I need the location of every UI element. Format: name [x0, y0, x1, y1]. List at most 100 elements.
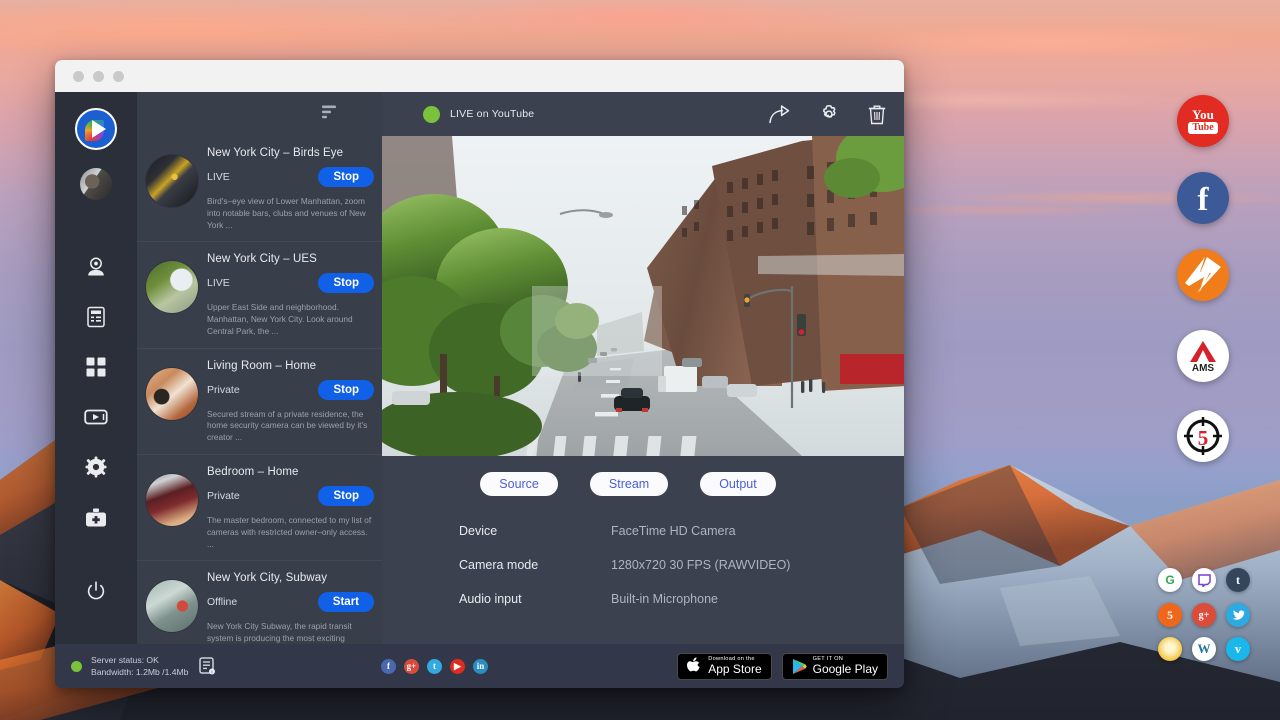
- app-store-button[interactable]: Download on the App Store: [677, 653, 771, 680]
- camera-status: LIVE: [207, 277, 230, 289]
- camera-list-scroll[interactable]: New York City – Birds Eye LIVE Stop Bird's–…: [137, 136, 382, 644]
- twitter-icon[interactable]: t: [427, 659, 442, 674]
- vimeo-dock-icon[interactable]: v: [1226, 637, 1250, 661]
- twitch-dock-icon[interactable]: [1192, 568, 1216, 592]
- report-document-icon: i: [199, 657, 216, 675]
- camera-info: Living Room – HomePrivateStopSecured str…: [207, 360, 374, 444]
- google-plus-dock-icon[interactable]: g+: [1192, 603, 1216, 627]
- wordpress-dock-icon[interactable]: W: [1192, 637, 1216, 661]
- window-minimize-button[interactable]: [93, 71, 104, 82]
- logo-play-icon: [92, 120, 106, 138]
- tab-source[interactable]: Source: [480, 472, 558, 496]
- app-store-big: App Store: [708, 663, 761, 676]
- tab-output[interactable]: Output: [700, 472, 776, 496]
- gosquared-dock-icon[interactable]: G: [1158, 568, 1182, 592]
- video-preview[interactable]: [382, 136, 904, 456]
- camera-status-row: OfflineStart: [207, 592, 374, 612]
- info-row: Audio inputBuilt-in Microphone: [459, 592, 904, 606]
- facebook-icon[interactable]: f: [381, 659, 396, 674]
- target-five-dock-icon[interactable]: 5: [1177, 410, 1229, 462]
- sort-filter-icon[interactable]: [321, 104, 338, 125]
- info-row: Camera mode1280x720 30 FPS (RAWVIDEO): [459, 558, 904, 572]
- google-plus-icon[interactable]: g+: [404, 659, 419, 674]
- tab-stream[interactable]: Stream: [590, 472, 668, 496]
- svg-text:i: i: [212, 669, 213, 674]
- sidebar-item-logs[interactable]: [55, 292, 137, 342]
- camera-status-row: LIVE Stop: [207, 167, 374, 187]
- grid-icon: [85, 356, 107, 378]
- camera-status: Private: [207, 490, 240, 502]
- window-close-button[interactable]: [73, 71, 84, 82]
- wordpress-glyph: W: [1198, 641, 1211, 657]
- tumblr-glyph: t: [1236, 573, 1240, 588]
- camera-description: Bird's–eye view of Lower Manhattan, zoom…: [207, 196, 374, 231]
- sidebar-item-cameras[interactable]: [55, 242, 137, 292]
- share-icon: [769, 105, 790, 124]
- sidebar-item-dashboard[interactable]: [55, 342, 137, 392]
- gear-icon: [85, 456, 107, 478]
- log-report-icon[interactable]: i: [199, 657, 216, 675]
- google-play-button[interactable]: GET IT ON Google Play: [782, 653, 888, 680]
- video-player-icon: [84, 408, 108, 426]
- tumblr-dock-icon[interactable]: t: [1226, 568, 1250, 592]
- shoutcast-dock-icon[interactable]: 5: [1158, 603, 1182, 627]
- target-five-glyph: 5: [1181, 414, 1225, 458]
- camera-status: Private: [207, 384, 240, 396]
- user-avatar[interactable]: [80, 168, 112, 200]
- sidebar-item-power[interactable]: [55, 566, 137, 616]
- sidebar-item-player[interactable]: [55, 392, 137, 442]
- camera-title: Living Room – Home: [207, 360, 374, 372]
- facebook-dock-icon[interactable]: f: [1177, 172, 1229, 224]
- sidebar-item-settings[interactable]: [55, 442, 137, 492]
- server-status-dot: [71, 661, 82, 672]
- app-window: New York City – Birds Eye LIVE Stop Bird's–…: [55, 60, 904, 688]
- settings-button[interactable]: [819, 104, 839, 124]
- window-footer: Server status: OK Bandwidth: 1.2Mb /1.4M…: [55, 644, 904, 688]
- camera-action-button[interactable]: Stop: [318, 273, 374, 293]
- adobe-ams-dock-icon[interactable]: AMS: [1177, 330, 1229, 382]
- camera-list-toolbar: [137, 92, 382, 136]
- camera-status: LIVE: [207, 171, 230, 183]
- info-key: Device: [459, 524, 611, 538]
- winamp-dock-icon[interactable]: [1177, 249, 1229, 301]
- svg-text:5: 5: [1198, 426, 1209, 450]
- linkedin-icon[interactable]: in: [473, 659, 488, 674]
- camera-title: New York City – Birds Eye: [207, 147, 374, 159]
- info-value: Built-in Microphone: [611, 592, 718, 606]
- camera-list-item[interactable]: New York City – Birds Eye LIVE Stop Bird's–…: [137, 136, 382, 242]
- google-play-icon: [792, 658, 807, 675]
- camera-action-button[interactable]: Stop: [318, 486, 374, 506]
- youtube-icon[interactable]: ▶: [450, 659, 465, 674]
- info-row: DeviceFaceTime HD Camera: [459, 524, 904, 538]
- live-status-label: LIVE on YouTube: [450, 108, 534, 120]
- youtube-dock-icon[interactable]: You Tube: [1177, 95, 1229, 147]
- camera-thumbnail: [146, 261, 198, 313]
- delete-button[interactable]: [868, 104, 886, 125]
- app-logo[interactable]: [75, 108, 117, 150]
- camera-title: Bedroom – Home: [207, 466, 374, 478]
- google-play-big: Google Play: [813, 663, 878, 676]
- gear-icon: [819, 104, 839, 124]
- camera-list-item[interactable]: New York City, SubwayOfflineStartNew Yor…: [137, 561, 382, 644]
- twitter-dock-icon[interactable]: [1226, 603, 1250, 627]
- camera-action-button[interactable]: Start: [318, 592, 374, 612]
- camera-action-button[interactable]: Stop: [318, 167, 374, 187]
- window-maximize-button[interactable]: [113, 71, 124, 82]
- shoutcast-glyph: 5: [1167, 608, 1173, 623]
- sidebar-item-support[interactable]: [55, 492, 137, 542]
- lightning-glyph: [1177, 249, 1229, 301]
- camera-list-item[interactable]: Living Room – HomePrivateStopSecured str…: [137, 349, 382, 455]
- camera-status-row: LIVE Stop: [207, 273, 374, 293]
- camera-action-button[interactable]: Stop: [318, 380, 374, 400]
- camera-info: Bedroom – HomePrivateStopThe master bedr…: [207, 466, 374, 550]
- twitch-glyph: [1198, 574, 1211, 587]
- sunrise-dock-icon[interactable]: .: [1158, 637, 1182, 661]
- window-body: New York City – Birds Eye LIVE Stop Bird's–…: [55, 92, 904, 644]
- camera-list-item[interactable]: Bedroom – HomePrivateStopThe master bedr…: [137, 455, 382, 561]
- camera-list-item[interactable]: New York City – UESLIVEStopUpper East Si…: [137, 242, 382, 348]
- ams-label: AMS: [1192, 364, 1214, 374]
- camera-info: New York City – Birds Eye LIVE Stop Bird's–…: [207, 147, 374, 231]
- youtube-text-you: You: [1192, 108, 1214, 121]
- share-button[interactable]: [769, 105, 790, 124]
- first-aid-icon: [85, 508, 107, 527]
